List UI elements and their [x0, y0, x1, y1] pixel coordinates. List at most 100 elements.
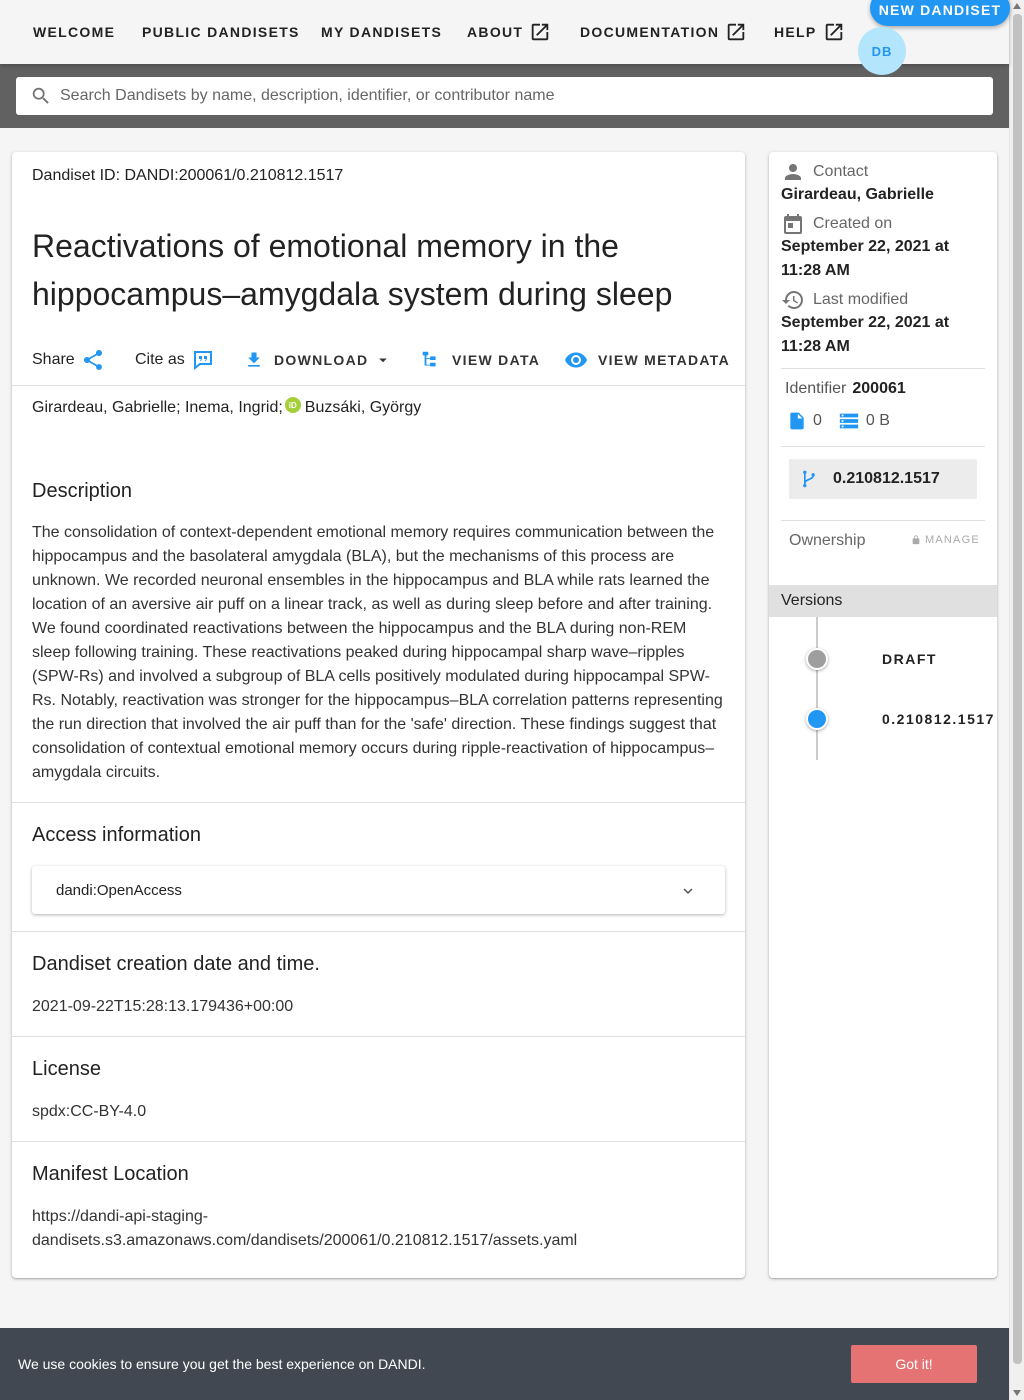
- cite-label: Cite as: [135, 351, 185, 368]
- created-value-2: 11:28 AM: [781, 262, 850, 279]
- file-icon: [790, 412, 804, 430]
- identifier-value: 200061: [852, 380, 906, 397]
- nav-welcome-label: WELCOME: [33, 24, 116, 40]
- nav-about[interactable]: ABOUT: [467, 22, 551, 42]
- modified-row: Last modified: [781, 288, 908, 312]
- top-nav: WELCOME PUBLIC DANDISETS MY DANDISETS AB…: [0, 0, 1010, 75]
- divider: [12, 802, 745, 803]
- format-quote-icon: [193, 351, 212, 371]
- creation-heading: Dandiset creation date and time.: [32, 953, 320, 975]
- license-value: spdx:CC-BY-4.0: [32, 1103, 147, 1120]
- divider: [12, 385, 745, 386]
- versions-heading: Versions: [769, 585, 997, 617]
- ownership-label: Ownership: [789, 532, 866, 549]
- description-text: The consolidation of context-dependent e…: [32, 524, 723, 781]
- authors-first: Girardeau, Gabrielle; Inema, Ingrid;: [32, 399, 283, 416]
- nav-my-dandisets[interactable]: MY DANDISETS: [321, 22, 442, 42]
- eye-icon: [565, 352, 587, 368]
- external-link-icon: [728, 23, 745, 41]
- history-icon: [782, 291, 803, 309]
- access-heading: Access information: [32, 824, 201, 846]
- file-tree-icon: [422, 351, 436, 367]
- view-data-button[interactable]: VIEW DATA: [420, 345, 540, 375]
- calendar-icon: [784, 214, 802, 234]
- nav-welcome[interactable]: WELCOME: [33, 22, 115, 42]
- search-input[interactable]: [60, 87, 960, 105]
- cite-button[interactable]: Cite as: [135, 345, 215, 375]
- version-chip[interactable]: 0.210812.1517: [789, 459, 977, 499]
- timeline-line: [816, 617, 818, 760]
- nav-public-dandisets[interactable]: PUBLIC DANDISETS: [142, 22, 300, 42]
- nav-public-dandisets-label: PUBLIC DANDISETS: [142, 24, 300, 40]
- cookie-accept-button[interactable]: Got it!: [851, 1345, 977, 1383]
- divider: [12, 1036, 745, 1037]
- external-link-icon: [825, 23, 842, 41]
- file-count: 0: [813, 412, 822, 429]
- total-size: 0 B: [865, 412, 890, 429]
- share-icon: [83, 349, 102, 370]
- author-list: Girardeau, Gabrielle; Inema, Ingrid; iD …: [32, 397, 422, 417]
- manifest-line-1: https://dandi-api-staging-: [32, 1208, 209, 1225]
- person-icon: [785, 164, 801, 180]
- divider: [781, 446, 985, 447]
- created-row: Created on: [781, 212, 892, 236]
- download-label: DOWNLOAD: [274, 352, 369, 368]
- nav-help[interactable]: HELP: [774, 22, 845, 42]
- version-draft[interactable]: DRAFT: [882, 651, 937, 667]
- license-heading: License: [32, 1058, 101, 1080]
- divider: [781, 520, 985, 521]
- version-published[interactable]: 0.210812.1517: [882, 711, 995, 727]
- created-label: Created on: [813, 215, 893, 232]
- contact-row: Contact: [781, 160, 868, 184]
- view-metadata-button[interactable]: VIEW METADATA: [564, 345, 730, 375]
- view-data-label: VIEW DATA: [452, 352, 541, 368]
- scroll-down-arrow[interactable]: [1013, 1390, 1021, 1396]
- user-avatar[interactable]: DB: [858, 27, 906, 75]
- authors-second: Buzsáki, György: [304, 399, 422, 416]
- version-dot-draft: [806, 648, 828, 670]
- lock-icon: [912, 535, 920, 545]
- search-icon: [32, 87, 49, 104]
- identifier-row: Identifier 200061: [785, 380, 906, 398]
- caret-down-icon: [379, 358, 388, 363]
- cookie-banner: We use cookies to ensure you get the bes…: [0, 1328, 1009, 1400]
- divider: [781, 368, 985, 369]
- contact-label: Contact: [813, 163, 869, 180]
- download-icon: [248, 352, 260, 367]
- search-band: [0, 64, 1009, 128]
- new-dandiset-button[interactable]: NEW DANDISET: [870, 0, 1010, 26]
- scrollbar-thumb[interactable]: [1013, 14, 1022, 1364]
- cookie-text: We use cookies to ensure you get the bes…: [18, 1356, 426, 1372]
- dandiset-title: Reactivations of emotional memory in the…: [32, 228, 673, 312]
- scroll-up-arrow[interactable]: [1013, 3, 1021, 9]
- divider: [12, 1141, 745, 1142]
- divider: [12, 931, 745, 932]
- nav-my-dandisets-label: MY DANDISETS: [321, 24, 443, 40]
- download-button[interactable]: DOWNLOAD: [244, 345, 392, 375]
- share-button[interactable]: Share: [32, 345, 105, 375]
- manage-button[interactable]: MANAGE: [911, 534, 980, 546]
- scrollbar[interactable]: [1009, 0, 1024, 1400]
- access-value: dandi:OpenAccess: [56, 881, 182, 899]
- created-value-1: September 22, 2021 at: [781, 238, 950, 255]
- orcid-icon[interactable]: iD: [284, 397, 301, 413]
- modified-label: Last modified: [813, 291, 909, 308]
- stats-row: 0 0 B: [787, 410, 890, 432]
- database-icon: [839, 413, 859, 429]
- version-value: 0.210812.1517: [833, 470, 940, 487]
- description-heading: Description: [32, 480, 133, 502]
- share-label: Share: [32, 351, 75, 368]
- version-dot-published: [806, 708, 828, 730]
- identifier-label: Identifier: [785, 380, 847, 397]
- chevron-down-icon: [683, 888, 693, 894]
- nav-documentation-label: DOCUMENTATION: [580, 24, 720, 40]
- nav-documentation[interactable]: DOCUMENTATION: [580, 22, 747, 42]
- nav-about-label: ABOUT: [467, 24, 524, 40]
- dandiset-id: Dandiset ID: DANDI:200061/0.210812.1517: [32, 167, 344, 184]
- modified-value-1: September 22, 2021 at: [781, 314, 950, 331]
- source-branch-icon: [803, 470, 815, 488]
- manifest-heading: Manifest Location: [32, 1163, 189, 1185]
- external-link-icon: [532, 23, 549, 41]
- manage-label: MANAGE: [925, 534, 980, 546]
- access-expansion-panel[interactable]: dandi:OpenAccess: [32, 866, 725, 914]
